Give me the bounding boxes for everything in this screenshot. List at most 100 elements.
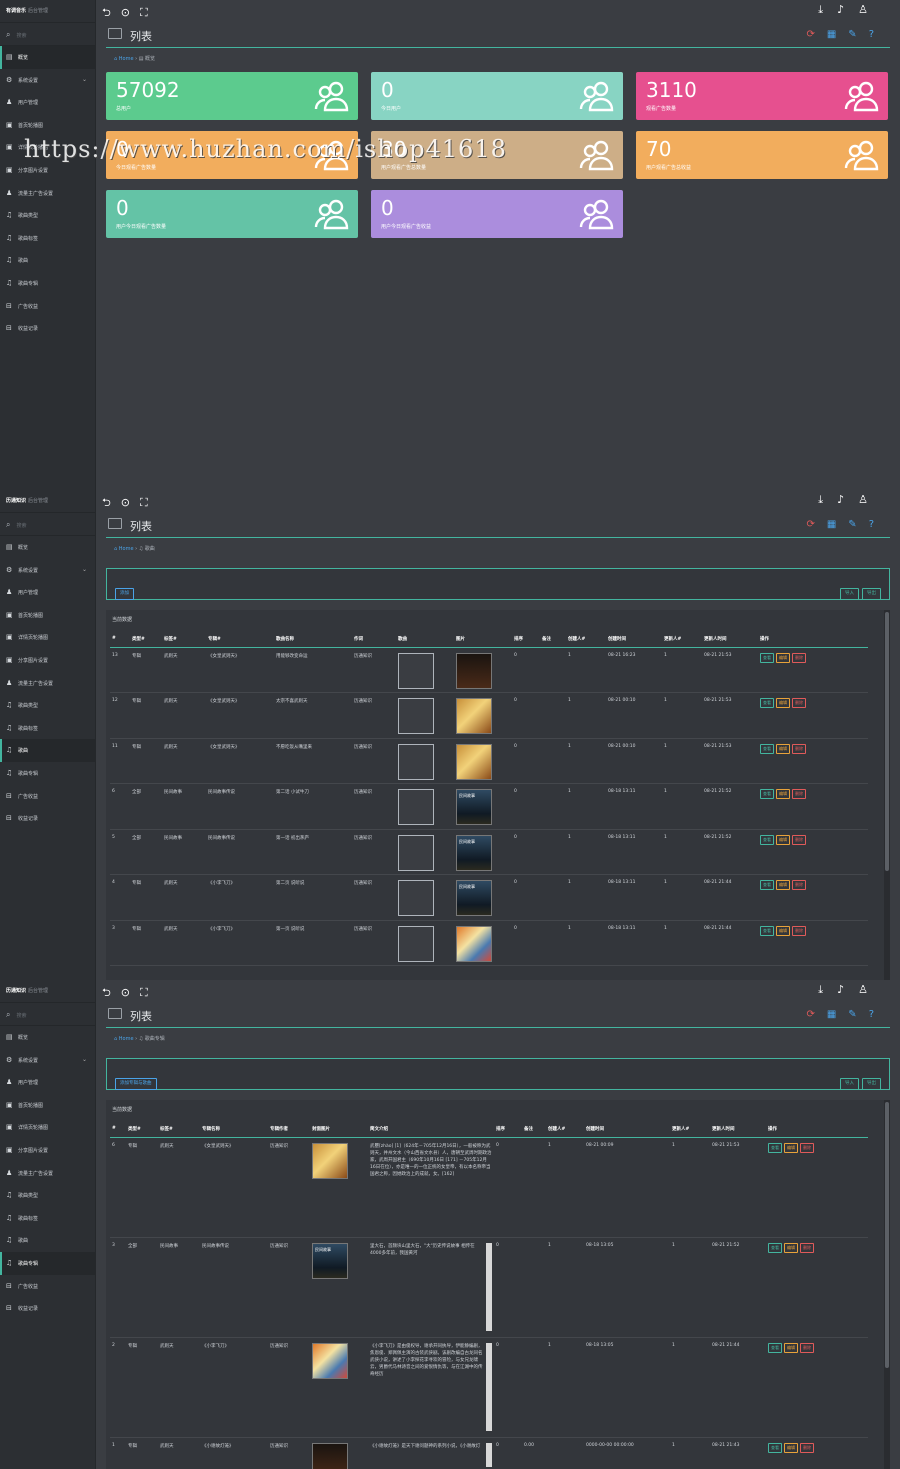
topbar-left-icons[interactable]: ⮌⊙⛶ <box>102 984 158 1003</box>
delete-button[interactable]: 删除 <box>792 834 806 845</box>
view-button[interactable]: 查看 <box>760 789 774 799</box>
column-header[interactable]: 歌曲名称 <box>274 631 352 648</box>
column-header[interactable]: 类型# <box>126 1121 158 1138</box>
intro-text[interactable]: 里大石，首颇块山里大石，"大"历史传说故事 相传在4000多年前，我国黄河 <box>370 1242 492 1331</box>
refresh-icon[interactable]: ⟳ <box>806 29 826 40</box>
delete-button[interactable]: 删除 <box>800 1442 814 1453</box>
topbar-left-icons[interactable]: ⮌⊙⛶ <box>102 4 158 23</box>
edit-button[interactable]: 编辑 <box>776 834 790 845</box>
column-header[interactable]: 类型# <box>130 631 162 648</box>
topbar-right-icons[interactable]: ⤓♪♙ <box>818 3 882 17</box>
stat-card[interactable]: 0 用户今日观看广告收益 <box>371 190 623 238</box>
edit-icon[interactable]: ✎ <box>848 519 868 530</box>
column-header[interactable]: # <box>110 1121 126 1138</box>
sidebar-item[interactable]: ▤ 概览 <box>0 536 95 559</box>
sidebar-item[interactable]: ♟ 用户管理 <box>0 1071 95 1094</box>
header-tools[interactable]: ⟳▦✎? <box>806 29 886 40</box>
grid-icon[interactable]: ▦ <box>827 519 848 530</box>
column-header[interactable]: 封面图片 <box>310 1121 368 1138</box>
home-link[interactable]: ⌂ Home <box>114 1036 134 1042</box>
topbar-left-icons[interactable]: ⮌⊙⛶ <box>102 494 158 513</box>
help-icon[interactable]: ? <box>869 1009 886 1020</box>
edit-button[interactable]: 编辑 <box>784 1242 798 1253</box>
column-header[interactable]: 更新人时间 <box>702 631 758 648</box>
header-tools[interactable]: ⟳▦✎? <box>806 519 886 530</box>
edit-button[interactable]: 编辑 <box>776 925 790 936</box>
edit-button[interactable]: 编辑 <box>784 1342 798 1353</box>
header-tools[interactable]: ⟳▦✎? <box>806 1009 886 1020</box>
column-header[interactable]: 排序 <box>494 1121 522 1138</box>
add-album-button[interactable]: 添加专辑与歌曲 <box>115 1078 157 1090</box>
stat-card[interactable]: 57092 总用户 <box>106 72 358 120</box>
help-icon[interactable]: ? <box>869 29 886 40</box>
column-header[interactable]: 更新人时间 <box>710 1121 766 1138</box>
column-header[interactable]: 创建人# <box>546 1121 584 1138</box>
view-button[interactable]: 查看 <box>760 652 774 663</box>
sidebar-item[interactable]: ▤ 概览 <box>0 1026 95 1049</box>
sidebar-item[interactable]: ▣ 首页轮播图 <box>0 114 95 137</box>
edit-button[interactable]: 编辑 <box>784 1442 798 1453</box>
intro-text[interactable]: 《小谢故灯笼》是天下谢问题神的系列小说，《小谢故灯 <box>370 1442 492 1467</box>
sidebar-item[interactable]: ♫ 歌曲类型 <box>0 694 95 717</box>
view-button[interactable]: 查看 <box>760 834 774 845</box>
sidebar-item[interactable]: ⊟ 收益记录 <box>0 1297 95 1320</box>
import-button[interactable]: 导入 <box>840 588 859 600</box>
refresh-icon[interactable]: ⟳ <box>806 519 826 530</box>
view-button[interactable]: 查看 <box>768 1442 782 1453</box>
view-button[interactable]: 查看 <box>768 1242 782 1253</box>
column-header[interactable]: 备注 <box>522 1121 546 1138</box>
delete-button[interactable]: 删除 <box>800 1242 814 1253</box>
sidebar-item[interactable]: ▣ 详情页轮播图 <box>0 1116 95 1139</box>
delete-button[interactable]: 删除 <box>792 789 806 799</box>
vertical-scrollbar[interactable] <box>884 1100 890 1469</box>
sidebar-search[interactable]: ⌕ 搜索 <box>0 1002 95 1026</box>
column-header[interactable]: 作词 <box>352 631 396 648</box>
grid-icon[interactable]: ▦ <box>827 1009 848 1020</box>
sidebar-item[interactable]: ♟ 用户管理 <box>0 581 95 604</box>
audio-placeholder[interactable] <box>398 743 434 780</box>
sidebar-item[interactable]: ♟ 用户管理 <box>0 91 95 114</box>
sidebar-item[interactable]: ⚙ 系统设置 ⌄ <box>0 559 95 582</box>
sidebar-item[interactable]: ♟ 流量主广告设置 <box>0 1162 95 1185</box>
view-button[interactable]: 查看 <box>768 1142 782 1153</box>
stat-card[interactable]: 3110 观看广告数量 <box>636 72 888 120</box>
column-header[interactable]: 更新人# <box>662 631 702 648</box>
audio-placeholder[interactable] <box>398 698 434 734</box>
sidebar-item[interactable]: ▣ 详情页轮播图 <box>0 626 95 649</box>
sidebar-item[interactable]: ♫ 歌曲专辑 <box>0 272 95 295</box>
stat-card[interactable]: 0 用户今日观看广告数量 <box>106 190 358 238</box>
sidebar-item[interactable]: ♫ 歌曲标签 <box>0 717 95 740</box>
help-icon[interactable]: ? <box>869 519 886 530</box>
delete-button[interactable]: 删除 <box>800 1142 814 1153</box>
delete-button[interactable]: 删除 <box>792 652 806 663</box>
column-header[interactable]: 操作 <box>758 631 868 648</box>
view-button[interactable]: 查看 <box>760 743 774 754</box>
view-button[interactable]: 查看 <box>760 698 774 708</box>
home-link[interactable]: ⌂ Home <box>114 56 134 62</box>
sidebar-item[interactable]: ⊟ 收益记录 <box>0 317 95 340</box>
sidebar-item[interactable]: ♫ 歌曲 <box>0 1229 95 1252</box>
topbar-right-icons[interactable]: ⤓♪♙ <box>818 493 882 507</box>
sidebar-item[interactable]: ⊟ 广告收益 <box>0 1275 95 1298</box>
audio-placeholder[interactable] <box>398 789 434 825</box>
edit-button[interactable]: 编辑 <box>784 1142 798 1153</box>
sidebar-item[interactable]: ▤ 概览 <box>0 46 95 69</box>
home-link[interactable]: ⌂ Home <box>114 546 134 552</box>
refresh-icon[interactable]: ⟳ <box>806 1009 826 1020</box>
column-header[interactable]: 创建人# <box>566 631 606 648</box>
sidebar-item[interactable]: ⚙ 系统设置 ⌄ <box>0 69 95 92</box>
sidebar-item[interactable]: ▣ 首页轮播图 <box>0 1094 95 1117</box>
export-button[interactable]: 导出 <box>862 1078 881 1090</box>
grid-icon[interactable]: ▦ <box>827 29 848 40</box>
add-button[interactable]: 添加 <box>115 588 134 600</box>
column-header[interactable]: 排序 <box>512 631 540 648</box>
audio-placeholder[interactable] <box>398 925 434 962</box>
stat-card[interactable]: 70 用户观看广告总收益 <box>636 131 888 179</box>
sidebar-item[interactable]: ♟ 流量主广告设置 <box>0 672 95 695</box>
stat-card[interactable]: 0 今日用户 <box>371 72 623 120</box>
audio-placeholder[interactable] <box>398 652 434 689</box>
column-header[interactable]: 操作 <box>766 1121 868 1138</box>
sidebar-search[interactable]: ⌕ 搜索 <box>0 512 95 536</box>
edit-button[interactable]: 编辑 <box>776 698 790 708</box>
delete-button[interactable]: 删除 <box>792 698 806 708</box>
